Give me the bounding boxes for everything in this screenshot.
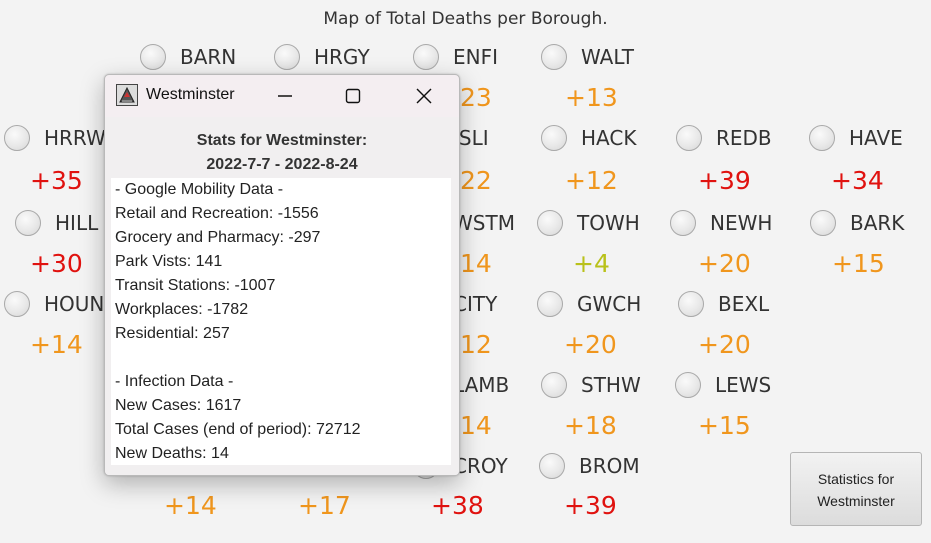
radio-button[interactable]	[274, 44, 300, 70]
stats-heading-dates: 2022-7-7 - 2022-8-24	[206, 156, 358, 173]
borough-code: LAMB	[453, 373, 510, 397]
borough-code: HRRW	[44, 126, 106, 150]
maximize-button[interactable]	[337, 81, 369, 111]
radio-button[interactable]	[541, 44, 567, 70]
radio-button[interactable]	[537, 291, 563, 317]
java-app-icon	[116, 84, 138, 106]
borough-code: HACK	[581, 126, 637, 150]
radio-button[interactable]	[675, 372, 701, 398]
close-button[interactable]	[408, 81, 440, 111]
stats-text-area[interactable]: - Google Mobility Data - Retail and Recre…	[111, 178, 451, 465]
borough-code: BEXL	[718, 292, 770, 316]
radio-button[interactable]	[140, 44, 166, 70]
close-icon	[416, 88, 432, 104]
borough-code: GWCH	[577, 292, 642, 316]
death-delta: +17	[298, 491, 351, 520]
map-title: Map of Total Deaths per Borough.	[323, 9, 608, 29]
borough-code: STHW	[581, 373, 641, 397]
stats-line: Transit Stations: -1007	[115, 277, 276, 294]
radio-button[interactable]	[15, 210, 41, 236]
borough-code: WALT	[581, 45, 634, 69]
statistics-button-line2: Westminster	[817, 493, 895, 509]
borough-code: NEWH	[710, 211, 773, 235]
stats-heading: Stats for Westminster: 2022-7-7 - 2022-8…	[105, 129, 459, 177]
death-delta: +38	[431, 491, 484, 520]
stats-line: New Cases: 1617	[115, 397, 242, 414]
radio-button[interactable]	[413, 44, 439, 70]
death-delta: +20	[698, 249, 751, 278]
stats-line: Total Cases (end of period): 72712	[115, 421, 361, 438]
death-delta: +4	[573, 249, 610, 278]
death-delta: +20	[698, 330, 751, 359]
borough-code: BARN	[180, 45, 237, 69]
death-delta: +18	[564, 411, 617, 440]
statistics-button-line1: Statistics for	[817, 471, 895, 487]
death-delta: +15	[832, 249, 885, 278]
stats-line: Retail and Recreation: -1556	[115, 205, 319, 222]
borough-code: BARK	[850, 211, 905, 235]
stats-line	[111, 346, 451, 370]
radio-button[interactable]	[810, 210, 836, 236]
death-delta: +14	[164, 491, 217, 520]
borough-code: LEWS	[715, 373, 772, 397]
radio-button[interactable]	[678, 291, 704, 317]
radio-button[interactable]	[537, 210, 563, 236]
borough-code: REDB	[716, 126, 772, 150]
dialog-title: Westminster	[146, 86, 235, 103]
radio-button[interactable]	[676, 125, 702, 151]
borough-code: BROM	[579, 454, 640, 478]
death-delta: +39	[698, 166, 751, 195]
dialog-body: Stats for Westminster: 2022-7-7 - 2022-8…	[105, 117, 459, 475]
death-delta: +14	[30, 330, 83, 359]
radio-button[interactable]	[539, 453, 565, 479]
death-delta: +39	[564, 491, 617, 520]
borough-code: WSTM	[453, 211, 515, 235]
stats-line: - Google Mobility Data -	[115, 181, 284, 198]
dialog-titlebar[interactable]: Westminster	[105, 75, 459, 117]
borough-code: HAVE	[849, 126, 903, 150]
death-delta: +13	[565, 83, 618, 112]
stats-line: New Deaths: 14	[115, 445, 229, 462]
death-delta: +34	[831, 166, 884, 195]
stats-heading-title: Stats for Westminster:	[196, 132, 368, 149]
death-delta: +30	[30, 249, 83, 278]
radio-button[interactable]	[541, 372, 567, 398]
borough-code: HOUN	[44, 292, 105, 316]
borough-code: CROY	[453, 454, 508, 478]
minimize-button[interactable]	[269, 81, 301, 111]
radio-button[interactable]	[809, 125, 835, 151]
borough-code: HILL	[55, 211, 99, 235]
radio-button[interactable]	[541, 125, 567, 151]
death-delta: +15	[698, 411, 751, 440]
stats-dialog: Westminster Stats for Westminster: 2022-…	[104, 74, 460, 476]
stats-line: Workplaces: -1782	[115, 301, 249, 318]
stats-line: Residential: 257	[115, 325, 230, 342]
borough-code: HRGY	[314, 45, 370, 69]
stats-line: - Infection Data -	[115, 373, 234, 390]
radio-button[interactable]	[4, 125, 30, 151]
statistics-button[interactable]: Statistics for Westminster	[790, 452, 922, 526]
death-delta: +35	[30, 166, 83, 195]
borough-code: TOWH	[577, 211, 640, 235]
maximize-icon	[345, 88, 361, 104]
death-delta: +20	[564, 330, 617, 359]
death-delta: +12	[565, 166, 618, 195]
stats-line: Park Vists: 141	[115, 253, 223, 270]
borough-code: ENFI	[453, 45, 498, 69]
minimize-icon	[278, 95, 292, 97]
stats-line: Grocery and Pharmacy: -297	[115, 229, 321, 246]
radio-button[interactable]	[670, 210, 696, 236]
radio-button[interactable]	[4, 291, 30, 317]
